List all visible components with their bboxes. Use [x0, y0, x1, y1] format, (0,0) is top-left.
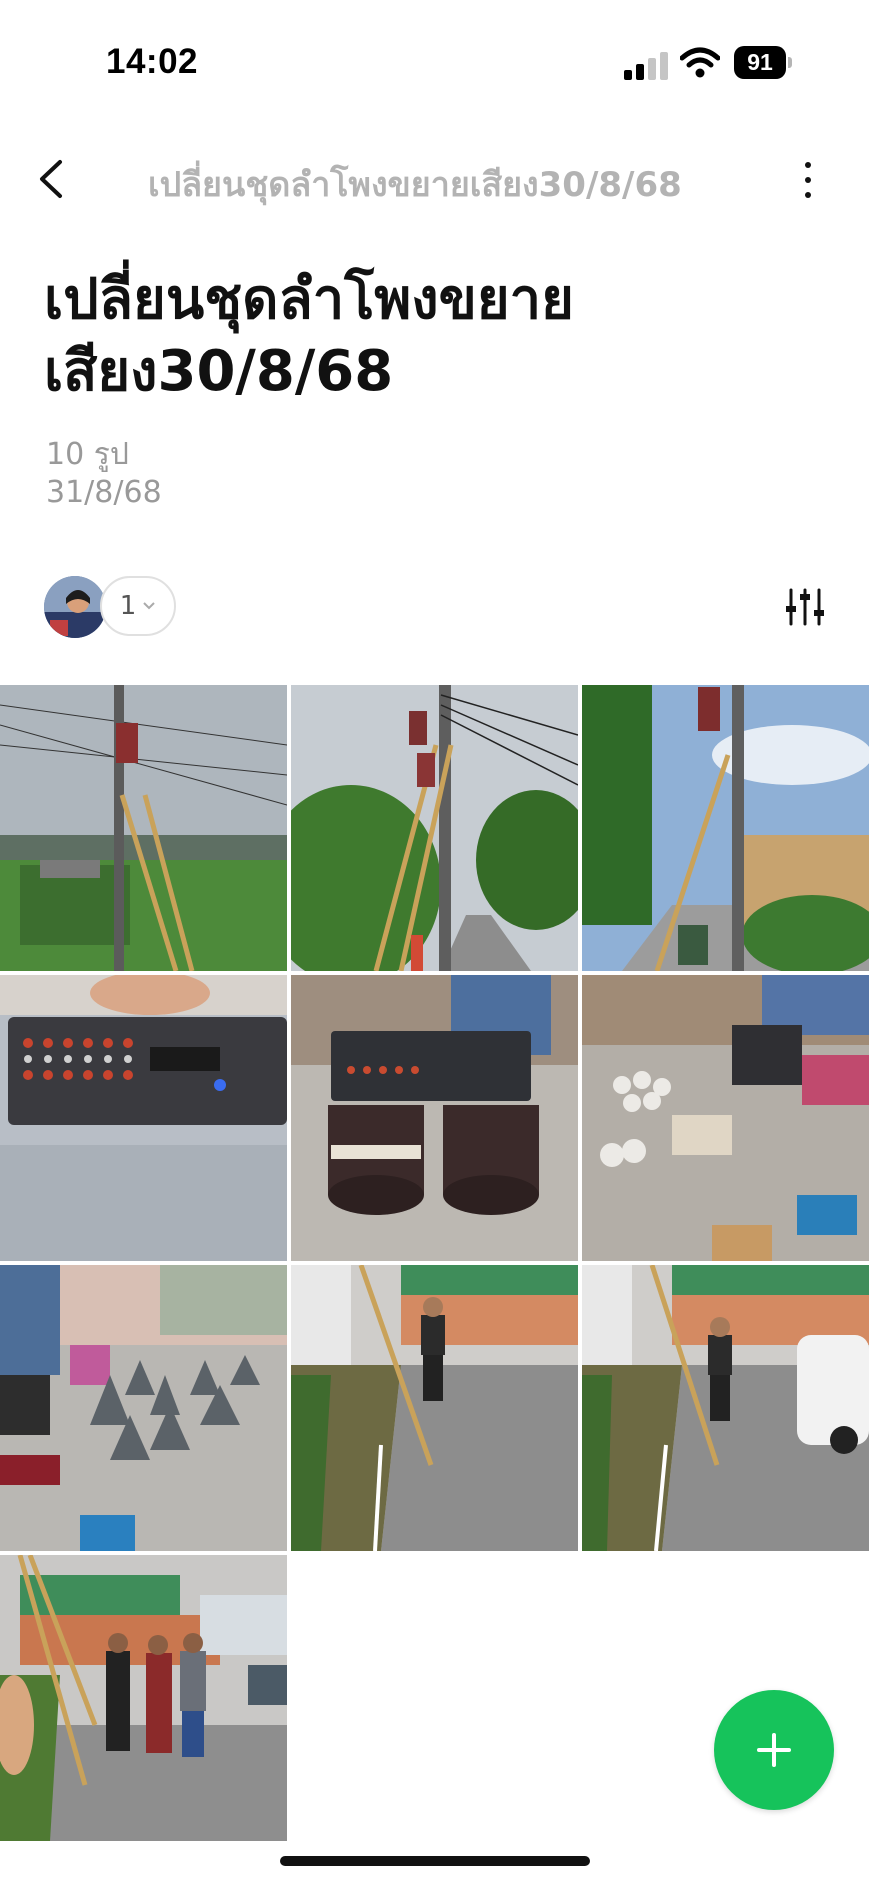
- photo-thumbnail[interactable]: [0, 975, 287, 1261]
- battery-icon: 91: [734, 46, 792, 79]
- photo-thumbnail[interactable]: [0, 685, 287, 971]
- photo-thumbnail[interactable]: [291, 685, 578, 971]
- member-count-button[interactable]: 1: [100, 576, 176, 636]
- battery-level: 91: [734, 46, 786, 79]
- home-indicator: [280, 1856, 590, 1866]
- sliders-icon: [786, 588, 824, 626]
- more-options-button[interactable]: [790, 158, 826, 202]
- nav-bar: เปลี่ยนชุดลำโพงขยายเสียง30/8/68: [0, 140, 869, 220]
- back-button[interactable]: [30, 154, 80, 204]
- nav-title: เปลี่ยนชุดลำโพงขยายเสียง30/8/68: [148, 165, 682, 205]
- photo-count: 10 รูป: [46, 437, 129, 472]
- chevron-left-icon: [40, 160, 62, 198]
- avatar[interactable]: [44, 576, 106, 638]
- cellular-signal-icon: [624, 50, 668, 80]
- member-count: 1: [119, 591, 137, 621]
- photo-thumbnail[interactable]: [291, 975, 578, 1261]
- wifi-icon: [679, 46, 721, 80]
- status-time: 14:02: [106, 42, 199, 81]
- photo-thumbnail[interactable]: [582, 1265, 869, 1551]
- add-photo-button[interactable]: [714, 1690, 834, 1810]
- filter-settings-button[interactable]: [783, 586, 827, 628]
- album-date: 31/8/68: [46, 475, 162, 510]
- photo-thumbnail[interactable]: [0, 1555, 287, 1841]
- status-bar: 14:02 91: [0, 0, 869, 120]
- photo-thumbnail[interactable]: [291, 1265, 578, 1551]
- photo-thumbnail[interactable]: [582, 975, 869, 1261]
- chevron-down-icon: [143, 602, 155, 610]
- photo-thumbnail[interactable]: [0, 1265, 287, 1551]
- album-title: เปลี่ยนชุดลำโพงขยายเสียง30/8/68: [44, 267, 574, 404]
- photo-thumbnail[interactable]: [582, 685, 869, 971]
- album-meta: 10 รูป 31/8/68: [46, 436, 162, 512]
